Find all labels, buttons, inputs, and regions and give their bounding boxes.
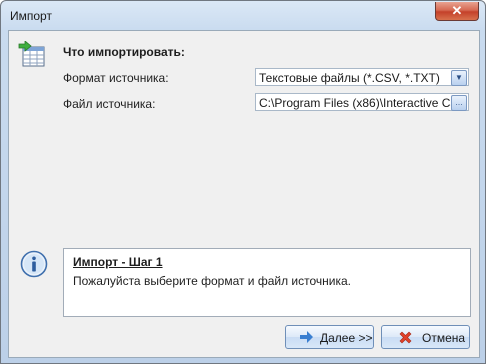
info-icon: [20, 250, 48, 278]
import-dialog: Импорт ✕ Что импортировать: Формат источ…: [0, 0, 486, 364]
section-heading: Что импортировать:: [63, 45, 185, 59]
next-arrow-icon: [300, 330, 314, 347]
info-text: Пожалуйста выберите формат и файл источн…: [73, 274, 352, 288]
browse-button[interactable]: …: [451, 95, 467, 111]
file-path-field[interactable]: C:\Program Files (x86)\Interactive Calen…: [255, 93, 469, 111]
cancel-button[interactable]: Отмена: [381, 325, 470, 349]
next-label: Далее >>: [320, 331, 373, 345]
info-panel: Импорт - Шаг 1 Пожалуйста выберите форма…: [63, 248, 471, 317]
import-table-icon: [18, 41, 45, 67]
title-bar[interactable]: Импорт ✕: [1, 1, 485, 31]
dropdown-arrow-icon[interactable]: ▼: [451, 70, 467, 86]
format-value: Текстовые файлы (*.CSV, *.TXT): [259, 71, 440, 85]
dialog-body: Что импортировать: Формат источника: Тек…: [8, 30, 480, 358]
file-label: Файл источника:: [63, 97, 156, 111]
next-button[interactable]: Далее >>: [285, 325, 374, 349]
format-label: Формат источника:: [63, 71, 169, 85]
file-path-value: C:\Program Files (x86)\Interactive Calen: [259, 96, 451, 110]
close-button[interactable]: ✕: [435, 2, 479, 21]
format-select[interactable]: Текстовые файлы (*.CSV, *.TXT) ▼: [255, 68, 469, 86]
info-title: Импорт - Шаг 1: [73, 255, 163, 269]
cancel-x-icon: [398, 330, 413, 348]
cancel-label: Отмена: [422, 331, 466, 345]
window-title: Импорт: [10, 9, 52, 23]
